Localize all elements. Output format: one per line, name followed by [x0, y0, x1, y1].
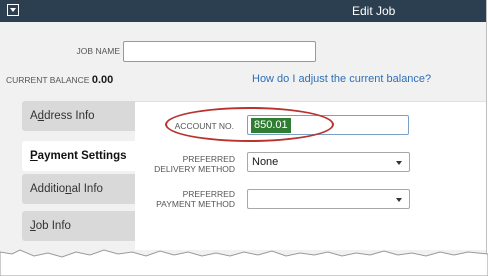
current-balance-row: CURRENT BALANCE 0.00	[6, 74, 113, 86]
tab-job-info[interactable]: Job Info	[22, 211, 135, 241]
window-title: Edit Job	[352, 4, 396, 18]
tab-payment-settings-label: Payment Settings	[30, 150, 127, 162]
annotation-ellipse	[165, 107, 334, 142]
job-name-label: JOB NAME	[76, 46, 120, 56]
chevron-down-icon	[396, 198, 402, 202]
title-bar: Edit Job	[0, 0, 486, 22]
current-balance-value: 0.00	[91, 74, 114, 86]
current-balance-label: CURRENT BALANCE	[6, 75, 90, 85]
tab-address-info-label: Address Info	[30, 110, 95, 122]
delivery-method-label-line1: PREFERRED	[182, 154, 235, 164]
tab-additional-info-label: Additional Info	[30, 183, 103, 195]
job-name-input[interactable]	[123, 41, 316, 62]
tab-payment-settings[interactable]: Payment Settings	[22, 141, 135, 171]
tab-list: Address Info Payment Settings Additional…	[0, 101, 136, 246]
torn-edge	[0, 249, 488, 276]
delivery-method-select[interactable]: None	[247, 152, 410, 172]
tab-job-info-label: Job Info	[30, 220, 71, 232]
tab-address-info[interactable]: Address Info	[22, 101, 135, 131]
payment-method-label-line2: PAYMENT METHOD	[156, 199, 235, 209]
delivery-method-label-line2: DELIVERY METHOD	[154, 164, 235, 174]
payment-method-label-line1: PREFERRED	[182, 189, 235, 199]
tab-additional-info[interactable]: Additional Info	[22, 174, 135, 204]
system-menu-icon[interactable]	[7, 4, 19, 16]
adjust-balance-link[interactable]: How do I adjust the current balance?	[252, 73, 431, 85]
payment-method-select[interactable]	[247, 189, 410, 209]
chevron-down-icon	[396, 161, 402, 165]
delivery-method-value: None	[252, 156, 279, 168]
